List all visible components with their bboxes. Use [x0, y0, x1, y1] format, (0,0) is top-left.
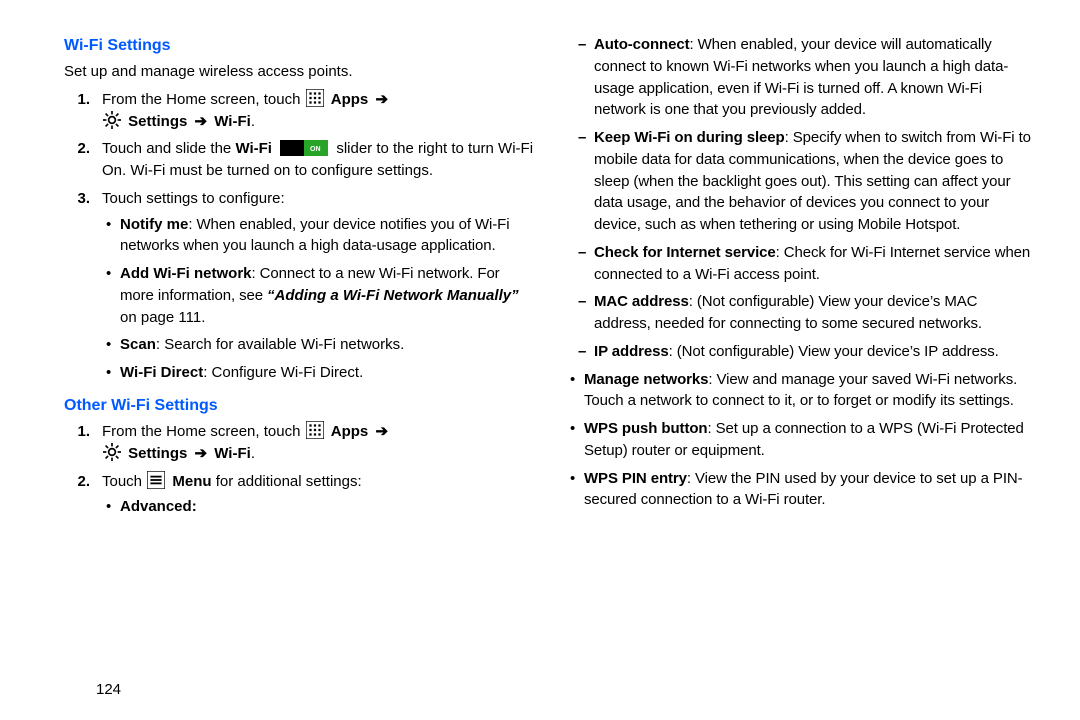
apps-label: Apps: [331, 91, 369, 108]
step-number: 2.: [64, 471, 90, 493]
settings-gear-icon: [103, 443, 121, 461]
mac-address-title: MAC address: [594, 293, 689, 310]
arrow-icon: ➔: [195, 445, 208, 462]
list-item: Manage networks: View and manage your sa…: [580, 369, 1036, 413]
step-2: 2. Touch Menu for additional settings: A…: [96, 471, 534, 519]
list-item: Add Wi-Fi network: Connect to a new Wi-F…: [116, 263, 534, 328]
wifi-direct-title: Wi-Fi Direct: [120, 364, 203, 381]
period: .: [251, 113, 255, 130]
advanced-title: Advanced: [120, 498, 192, 515]
wps-pin-title: WPS PIN entry: [584, 470, 687, 487]
notify-me-title: Notify me: [120, 216, 188, 233]
step-number: 3.: [64, 188, 90, 210]
wifi-toggle-icon: ON: [280, 140, 328, 156]
wifi-direct-text: : Configure Wi-Fi Direct.: [203, 364, 363, 381]
arrow-icon: ➔: [375, 91, 388, 108]
wifi-intro: Set up and manage wireless access points…: [64, 61, 534, 83]
scan-text: : Search for available Wi-Fi networks.: [156, 336, 404, 353]
list-item: Notify me: When enabled, your device not…: [116, 214, 534, 258]
step-3: 3. Touch settings to configure: Notify m…: [96, 188, 534, 384]
manage-networks-title: Manage networks: [584, 371, 708, 388]
keep-wifi-sleep-title: Keep Wi-Fi on during sleep: [594, 129, 785, 146]
other-step-2-text-a: Touch: [102, 473, 146, 490]
add-wifi-text-b: on page 111.: [120, 309, 205, 326]
other-wifi-steps: 1. From the Home screen, touch Apps ➔: [64, 421, 534, 518]
list-item: MAC address: (Not configurable) View you…: [590, 291, 1036, 335]
heading-other-wifi: Other Wi-Fi Settings: [64, 394, 534, 417]
step-2: 2. Touch and slide the Wi-Fi ON slider t…: [96, 138, 534, 182]
add-wifi-title: Add Wi-Fi network: [120, 265, 252, 282]
list-item: Advanced:: [116, 496, 534, 518]
wps-push-title: WPS push button: [584, 420, 707, 437]
ip-address-text: : (Not configurable) View your device’s …: [669, 343, 999, 360]
list-item: Auto-connect: When enabled, your device …: [590, 34, 1036, 121]
wifi-extra-list: Manage networks: View and manage your sa…: [566, 369, 1036, 512]
auto-connect-title: Auto-connect: [594, 36, 689, 53]
period: .: [251, 445, 255, 462]
step-1: 1. From the Home screen, touch Apps ➔: [96, 89, 534, 133]
list-item: Wi-Fi Direct: Configure Wi-Fi Direct.: [116, 362, 534, 384]
step-1: 1. From the Home screen, touch Apps ➔: [96, 421, 534, 465]
apps-icon: [306, 89, 324, 107]
check-internet-title: Check for Internet service: [594, 244, 776, 261]
step-number: 1.: [64, 89, 90, 111]
wifi-configure-list: Notify me: When enabled, your device not…: [102, 214, 534, 384]
step-number: 1.: [64, 421, 90, 443]
scan-title: Scan: [120, 336, 156, 353]
step-2-text-a: Touch and slide the: [102, 140, 235, 157]
list-item: Keep Wi-Fi on during sleep: Specify when…: [590, 127, 1036, 236]
advanced-sublist: Auto-connect: When enabled, your device …: [566, 34, 1036, 363]
menu-label: Menu: [172, 473, 211, 490]
step-3-text: Touch settings to configure:: [102, 190, 285, 207]
wifi-label: Wi-Fi: [214, 445, 251, 462]
heading-wifi-settings: Wi-Fi Settings: [64, 34, 534, 57]
left-column: Wi-Fi Settings Set up and manage wireles…: [64, 34, 562, 700]
apps-label: Apps: [331, 423, 369, 440]
step-1-text-a: From the Home screen, touch: [102, 91, 305, 108]
step-2-wifi-label: Wi-Fi: [235, 140, 272, 157]
other-configure-list: Advanced:: [102, 496, 534, 518]
ip-address-title: IP address: [594, 343, 669, 360]
list-item: Check for Internet service: Check for Wi…: [590, 242, 1036, 286]
add-wifi-crossref: “Adding a Wi-Fi Network Manually”: [267, 287, 519, 304]
step-number: 2.: [64, 138, 90, 160]
list-item: IP address: (Not configurable) View your…: [590, 341, 1036, 363]
settings-label: Settings: [128, 113, 187, 130]
page: Wi-Fi Settings Set up and manage wireles…: [0, 0, 1080, 720]
arrow-icon: ➔: [195, 113, 208, 130]
wifi-label: Wi-Fi: [214, 113, 251, 130]
list-item: WPS PIN entry: View the PIN used by your…: [580, 468, 1036, 512]
right-column: Auto-connect: When enabled, your device …: [562, 34, 1040, 700]
arrow-icon: ➔: [375, 423, 388, 440]
list-item: Scan: Search for available Wi-Fi network…: [116, 334, 534, 356]
other-step-2-text-b: for additional settings:: [216, 473, 362, 490]
apps-icon: [306, 421, 324, 439]
other-step-1-text: From the Home screen, touch: [102, 423, 305, 440]
menu-icon: [147, 471, 165, 489]
settings-label: Settings: [128, 445, 187, 462]
colon: :: [192, 498, 197, 515]
wifi-steps: 1. From the Home screen, touch Apps ➔: [64, 89, 534, 384]
page-number: 124: [96, 681, 121, 698]
svg-text:ON: ON: [310, 146, 321, 153]
list-item: WPS push button: Set up a connection to …: [580, 418, 1036, 462]
settings-gear-icon: [103, 111, 121, 129]
